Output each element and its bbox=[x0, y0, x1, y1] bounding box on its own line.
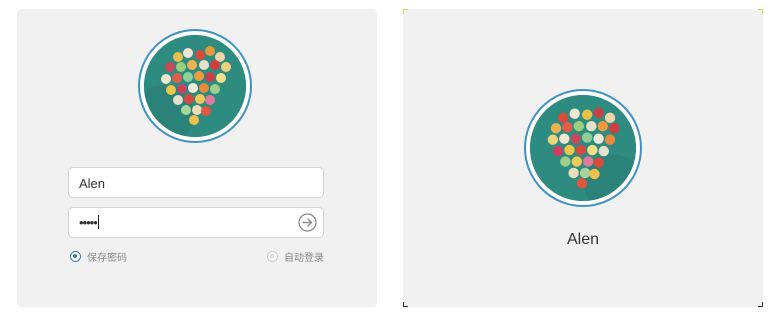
corner-marker bbox=[403, 9, 408, 14]
profile-panel: Alen bbox=[403, 9, 763, 307]
avatar bbox=[524, 89, 642, 207]
password-field[interactable]: ••••• bbox=[68, 207, 324, 238]
remember-password-label: 保存密码 bbox=[87, 252, 127, 264]
auto-login-label: 自动登录 bbox=[284, 252, 324, 264]
arrow-right-circle-icon bbox=[298, 213, 317, 232]
remember-password-radio[interactable] bbox=[70, 250, 81, 262]
login-panel: Alen ••••• 保存密码 自动登录 bbox=[17, 9, 377, 307]
corner-marker bbox=[403, 302, 408, 307]
corner-marker bbox=[758, 9, 763, 14]
username-value: Alen bbox=[79, 176, 106, 191]
avatar bbox=[138, 29, 252, 143]
remember-password-option[interactable]: 保存密码 bbox=[70, 249, 127, 264]
profile-username: Alen bbox=[566, 231, 600, 248]
avatar-image bbox=[530, 95, 636, 201]
password-mask: ••••• bbox=[79, 215, 98, 230]
username-field[interactable]: Alen bbox=[68, 167, 324, 198]
corner-marker bbox=[758, 302, 763, 307]
text-caret bbox=[97, 215, 99, 229]
auto-login-radio[interactable] bbox=[267, 250, 278, 262]
login-submit-button[interactable] bbox=[298, 213, 317, 232]
avatar-image bbox=[144, 35, 246, 137]
auto-login-option[interactable]: 自动登录 bbox=[267, 249, 324, 264]
